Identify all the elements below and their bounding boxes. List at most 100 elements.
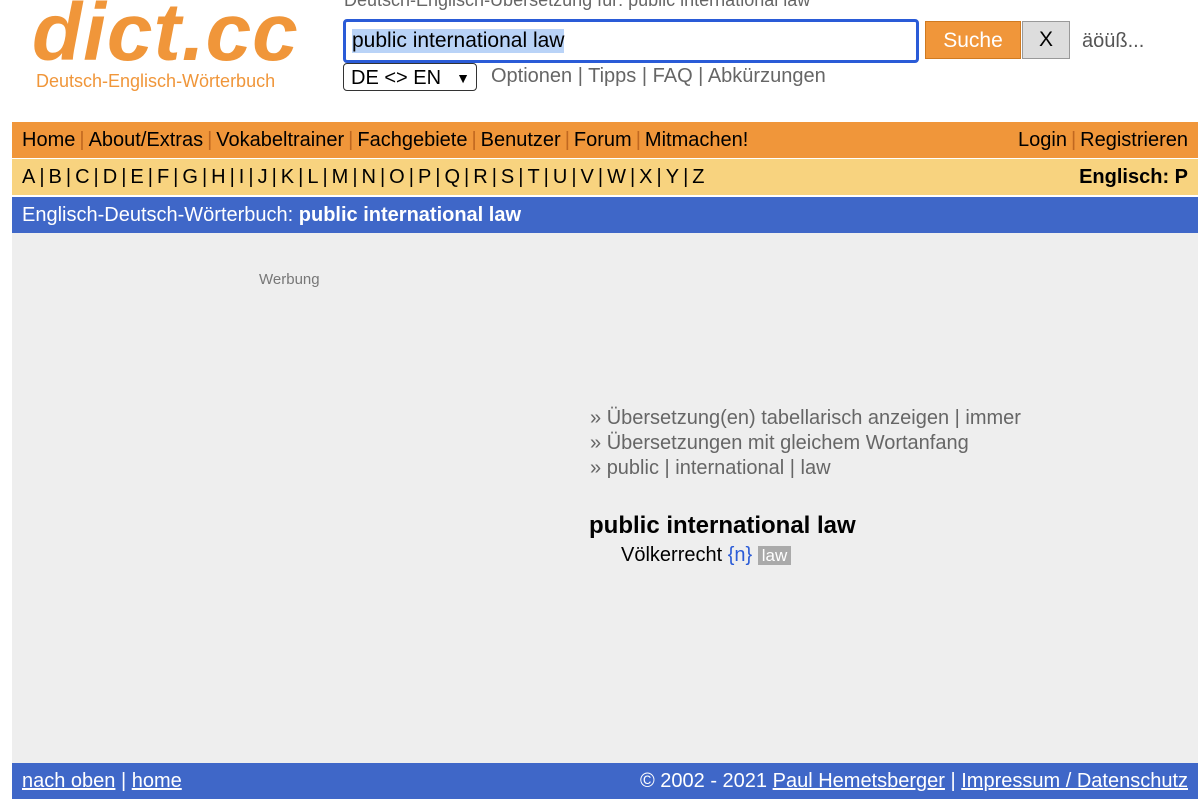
alphabet-nav: A | B | C | D | E | F | G | H | I | J | K | L | M | N | O | P | Q | R | S | T |… [12,159,1198,195]
result-links: » Übersetzung(en) tabellarisch anzeigen … [590,407,1021,479]
separator: | [201,166,208,188]
search-value: public international law [352,29,565,53]
separator: | [248,166,254,188]
link-table-view[interactable]: Übersetzung(en) tabellarisch anzeigen [607,407,949,429]
alpha-letter-g[interactable]: G [182,166,198,188]
alpha-letter-k[interactable]: K [281,166,294,188]
separator: | [543,166,549,188]
breadcrumb: Englisch-Deutsch-Wörterbuch: public inte… [12,197,1198,233]
alpha-letter-w[interactable]: W [607,166,626,188]
special-chars-link[interactable]: äöüß... [1082,30,1144,53]
separator: | [229,166,235,188]
chevron-down-icon: ▼ [456,70,470,86]
nav-item-login[interactable]: Login [1018,129,1067,151]
clear-button[interactable]: X [1022,21,1070,59]
link-word-public[interactable]: public [607,457,659,479]
breadcrumb-term: public international law [298,204,522,226]
separator: | [379,166,386,188]
alpha-letter-u[interactable]: U [553,166,567,188]
alpha-letter-i[interactable]: I [239,166,245,188]
language-select-value: DE <> EN [351,67,442,89]
separator: | [571,166,577,188]
separator: | [564,129,570,151]
footer: nach oben | home © 2002 - 2021 Paul Heme… [12,763,1198,799]
alpha-letter-p[interactable]: P [418,166,431,188]
alpha-letter-l[interactable]: L [307,166,318,188]
alpha-letter-n[interactable]: N [362,166,376,188]
link-home-footer[interactable]: home [132,770,182,792]
nav-item-vokabeltrainer[interactable]: Vokabeltrainer [216,129,344,151]
alpha-letter-b[interactable]: B [49,166,62,188]
separator: | [629,166,636,188]
link-optionen[interactable]: Optionen [491,65,572,87]
link-abkuerzungen[interactable]: Abkürzungen [708,65,826,87]
link-word-international[interactable]: international [675,457,784,479]
nav-item-mitmachen-[interactable]: Mitmachen! [645,129,748,151]
separator: | [93,166,99,188]
alpha-letter-x[interactable]: X [639,166,652,188]
separator: | [471,129,477,151]
alpha-letter-e[interactable]: E [130,166,143,188]
nav-item-home[interactable]: Home [22,129,75,151]
separator: | [271,166,277,188]
logo[interactable]: dict.cc [32,0,299,80]
separator: | [352,166,358,188]
alpha-letter-f[interactable]: F [157,166,169,188]
separator: | [597,166,604,188]
nav-item-benutzer[interactable]: Benutzer [481,129,561,151]
search-input[interactable]: public international law [343,19,919,63]
separator: | [491,166,497,188]
separator: | [464,166,470,188]
logo-subtitle: Deutsch-Englisch-Wörterbuch [36,71,276,91]
link-impressum[interactable]: Impressum / Datenschutz [961,770,1188,792]
alpha-letter-z[interactable]: Z [692,166,704,188]
alpha-letter-j[interactable]: J [258,166,268,188]
alpha-letter-c[interactable]: C [75,166,89,188]
nav-item-fachgebiete[interactable]: Fachgebiete [357,129,467,151]
separator: | [173,166,179,188]
nav-item-registrieren[interactable]: Registrieren [1080,129,1188,151]
separator: | [408,166,414,188]
link-word-law[interactable]: law [801,457,831,479]
result-term: public international law [589,512,856,539]
alpha-letter-q[interactable]: Q [444,166,460,188]
separator: | [79,129,85,151]
search-button[interactable]: Suche [925,21,1021,59]
alpha-current: Englisch: P [1079,166,1188,188]
separator: | [121,166,127,188]
separator: | [683,166,689,188]
separator: | [348,129,354,151]
main-nav: Home | About/Extras | Vokabeltrainer | Fachgeb… [12,122,1198,158]
link-faq[interactable]: FAQ [653,65,693,87]
alpha-letter-r[interactable]: R [473,166,487,188]
alpha-letter-s[interactable]: S [501,166,514,188]
separator: | [435,166,441,188]
breadcrumb-prefix: Englisch-Deutsch-Wörterbuch: [22,204,294,226]
alpha-letter-o[interactable]: O [389,166,405,188]
alpha-letter-v[interactable]: V [581,166,594,188]
separator: | [1070,129,1077,151]
alpha-letter-t[interactable]: T [527,166,539,188]
separator: | [147,166,153,188]
translation[interactable]: Völkerrecht [621,544,722,566]
separator: | [518,166,524,188]
alpha-letter-d[interactable]: D [103,166,117,188]
alpha-letter-h[interactable]: H [211,166,225,188]
separator: | [65,166,72,188]
link-tipps[interactable]: Tipps [588,65,636,87]
result-translation-row: Völkerrecht {n} law [621,544,792,567]
options-links: Optionen | Tipps | FAQ | Abkürzungen [491,65,826,87]
link-author[interactable]: Paul Hemetsberger [773,770,945,792]
language-select[interactable]: DE <> EN ▼ [343,63,477,91]
nav-item-forum[interactable]: Forum [574,129,632,151]
link-always[interactable]: immer [965,407,1021,429]
separator: | [207,129,213,151]
alpha-letter-a[interactable]: A [22,166,35,188]
link-same-prefix[interactable]: Übersetzungen mit gleichem Wortanfang [607,432,969,454]
alpha-letter-m[interactable]: M [332,166,349,188]
alpha-letter-y[interactable]: Y [666,166,679,188]
nav-item-about-extras[interactable]: About/Extras [89,129,204,151]
ad-label: Werbung [259,271,320,288]
link-nach-oben[interactable]: nach oben [22,770,115,792]
main-content: Werbung » Übersetzung(en) tabellarisch a… [12,233,1198,763]
